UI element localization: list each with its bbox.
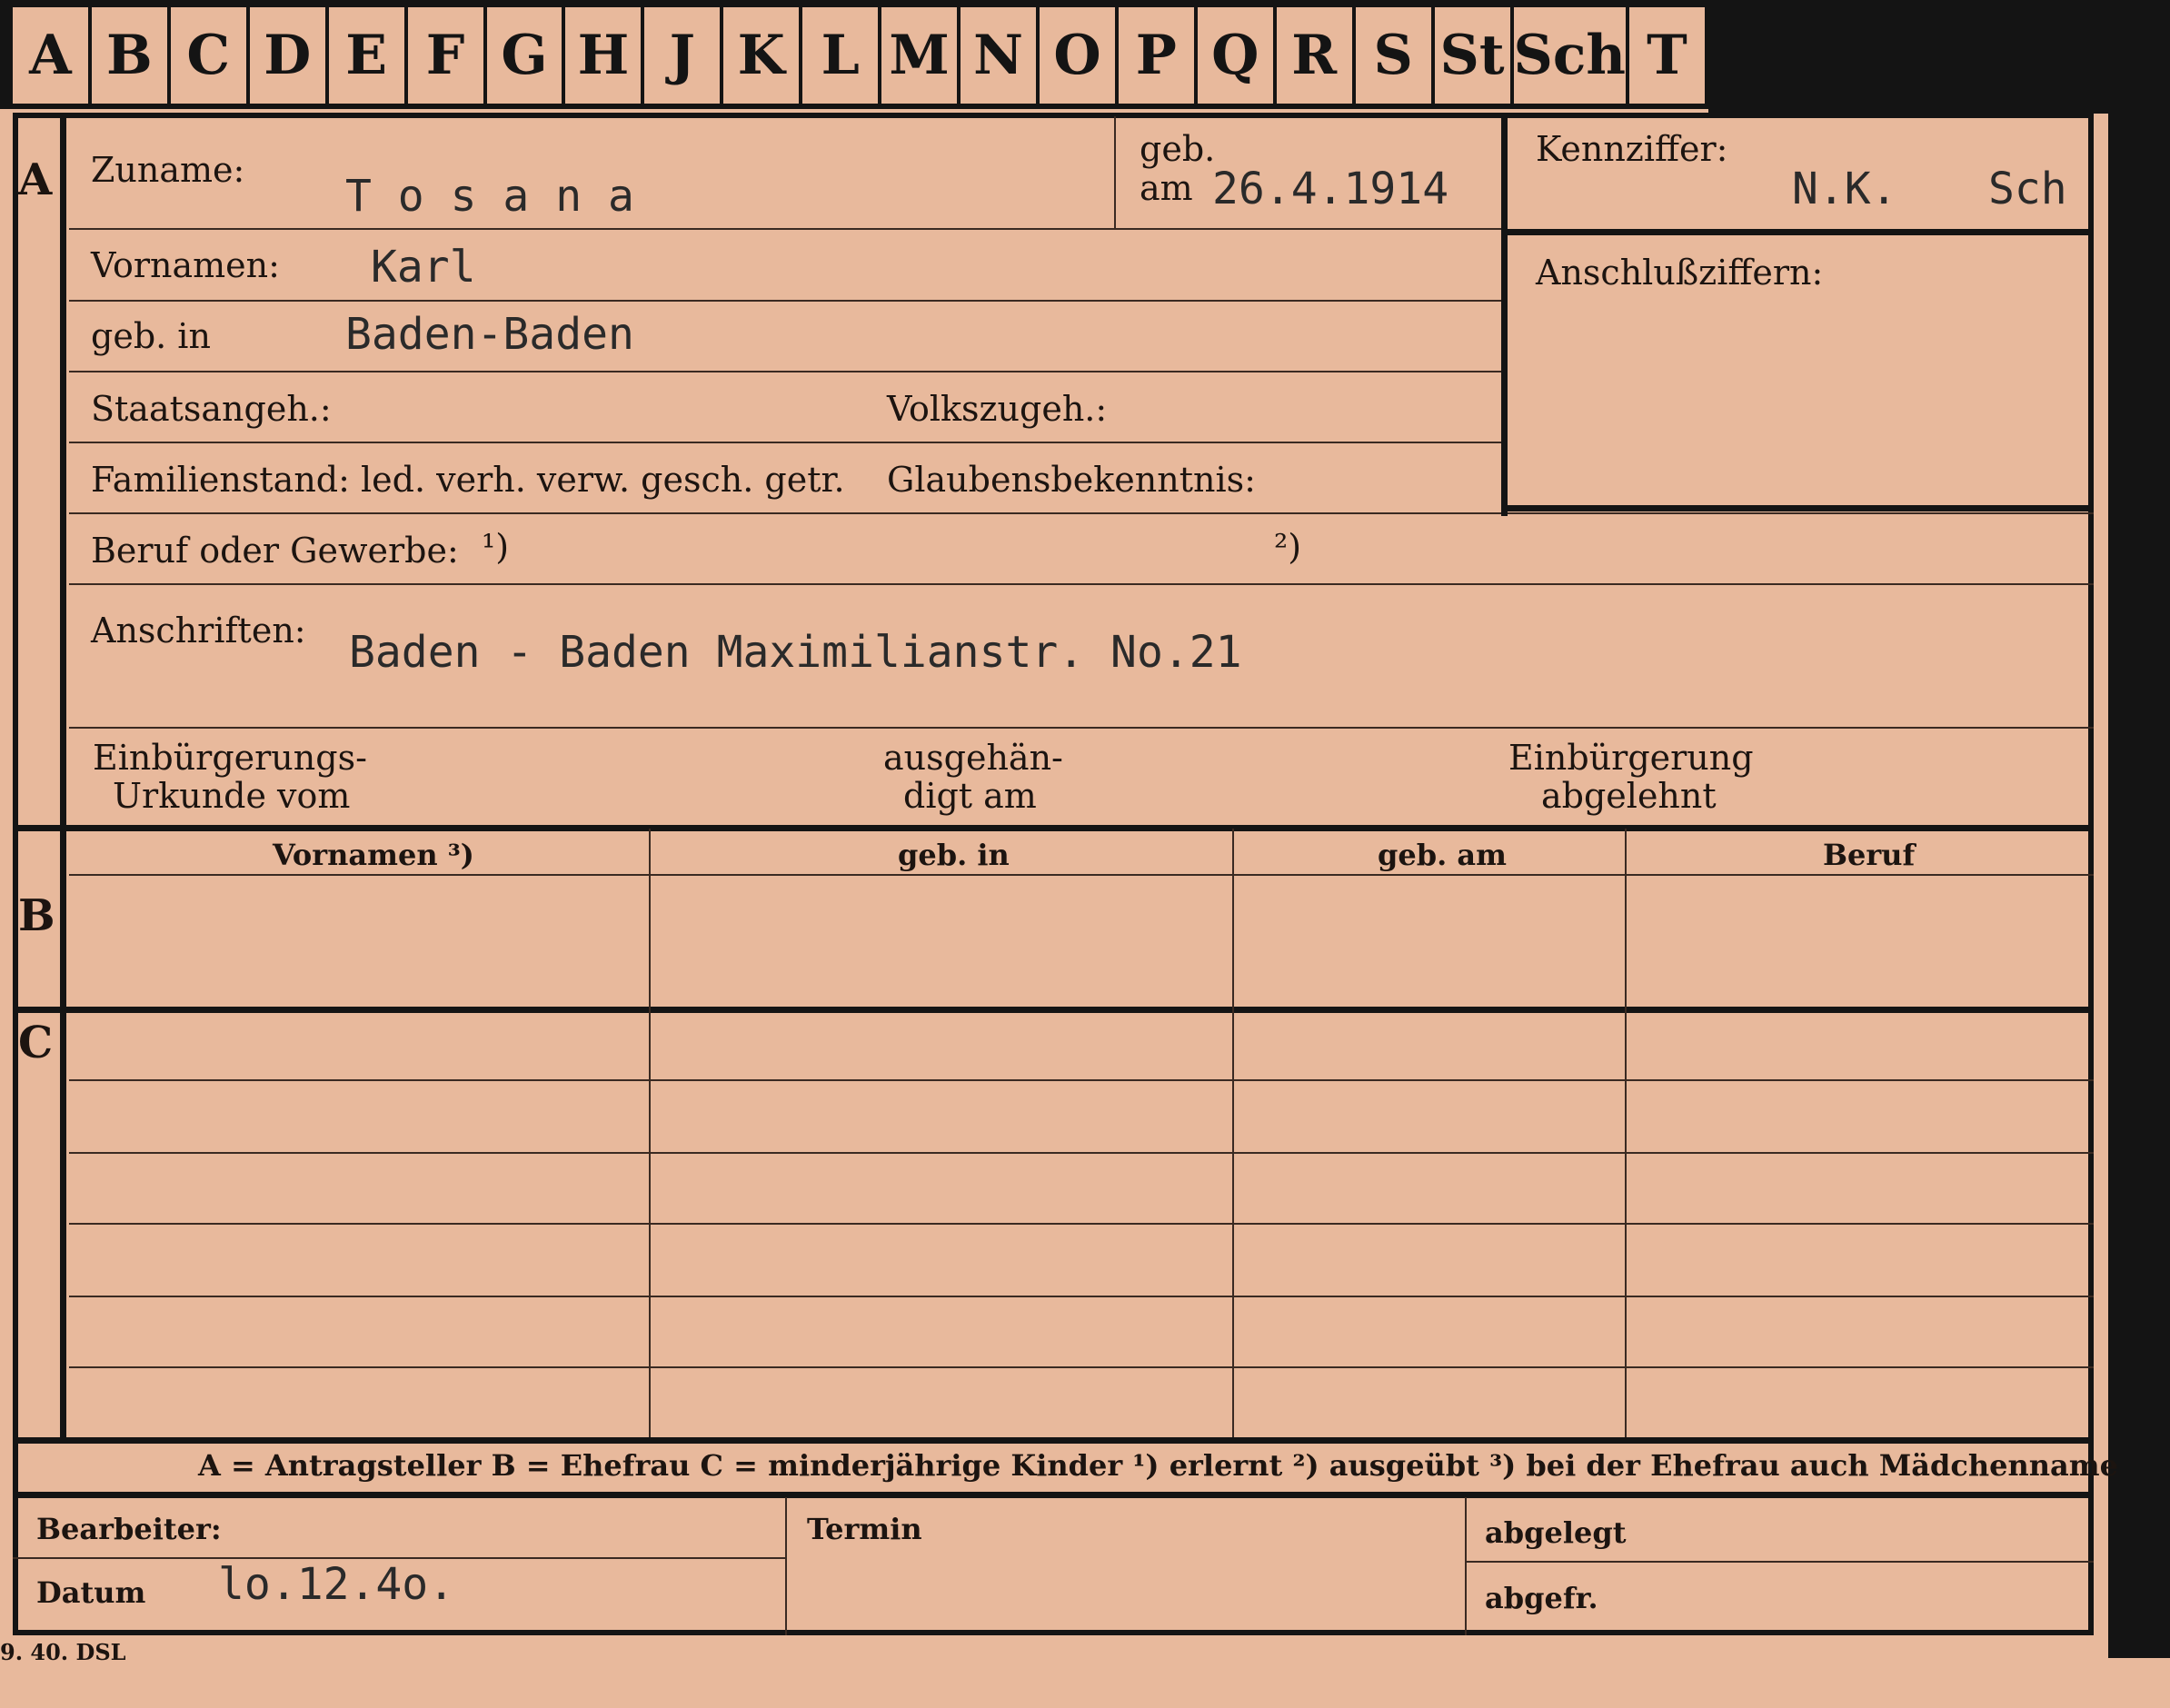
- rule: [69, 442, 1501, 443]
- footnote-1-marker: ¹): [482, 527, 510, 567]
- index-tab: C: [170, 7, 250, 104]
- section-divider: [13, 1007, 2094, 1013]
- kennziffer-box-border: [1501, 505, 2094, 511]
- index-tab: St: [1434, 7, 1514, 104]
- abgefr-label: abgefr.: [1485, 1581, 1598, 1615]
- kennziffer-value-1: N.K.: [1792, 164, 1897, 214]
- staatsangeh-label: Staatsangeh.:: [91, 389, 332, 429]
- section-divider: [13, 1492, 2094, 1498]
- rule: [1465, 1497, 1467, 1635]
- rule: [69, 727, 2094, 729]
- section-divider: [13, 1437, 2094, 1444]
- section-b-label: B: [18, 890, 55, 941]
- section-c-label: C: [18, 1018, 54, 1068]
- rule: [1465, 1561, 2094, 1563]
- rule: [69, 228, 1501, 230]
- einbuergerung-abgelehnt-label-1: Einbürgerung: [1508, 738, 1754, 778]
- section-divider: [13, 825, 2094, 831]
- glaubensbekenntnis-label: Glaubensbekenntnis:: [887, 460, 1256, 500]
- rule: [69, 512, 2094, 514]
- index-tab: L: [802, 7, 882, 104]
- einbuergerung-urkunde-label-2: Urkunde vom: [113, 776, 351, 816]
- index-tab: K: [723, 7, 803, 104]
- table-header-vornamen: Vornamen ³): [273, 838, 474, 872]
- legend: A = Antragsteller B = Ehefrau C = minder…: [198, 1448, 2118, 1483]
- kennziffer-box-border: [1501, 229, 2094, 235]
- geb-in-label: geb. in: [91, 316, 211, 356]
- index-tab: H: [565, 7, 645, 104]
- index-tab: G: [486, 7, 566, 104]
- geb-in-value: Baden-Baden: [345, 309, 634, 360]
- abgelegt-label: abgelegt: [1485, 1515, 1627, 1550]
- datum-label: Datum: [36, 1575, 146, 1610]
- index-tab: P: [1118, 7, 1198, 104]
- einbuergerung-urkunde-label-1: Einbürgerungs-: [93, 738, 367, 778]
- dark-background-top: [1708, 0, 2170, 114]
- rule: [69, 1079, 2094, 1081]
- rule: [69, 300, 1501, 302]
- rule: [69, 1296, 2094, 1297]
- rule: [785, 1497, 787, 1635]
- index-tab: B: [91, 7, 171, 104]
- rule: [69, 1223, 2094, 1225]
- rule: [69, 1366, 2094, 1368]
- anschriften-value: Baden - Baden Maximilianstr. No.21: [349, 627, 1242, 678]
- table-header-beruf: Beruf: [1823, 838, 1916, 872]
- index-tab: Sch: [1513, 7, 1630, 104]
- index-tab: O: [1039, 7, 1119, 104]
- termin-label: Termin: [807, 1512, 922, 1546]
- rule: [649, 829, 651, 1437]
- index-tab: F: [407, 7, 487, 104]
- volkszugeh-label: Volkszugeh.:: [887, 389, 1108, 429]
- rule: [1625, 829, 1627, 1437]
- kennziffer-label: Kennziffer:: [1536, 129, 1728, 169]
- kennziffer-value-2: Sch: [1988, 164, 2067, 214]
- datum-value: lo.12.4o.: [218, 1559, 455, 1610]
- index-tab: E: [328, 7, 408, 104]
- table-header-geb-in: geb. in: [898, 838, 1010, 872]
- geb-am-value: 26.4.1914: [1212, 164, 1449, 214]
- index-tab: S: [1355, 7, 1435, 104]
- vornamen-value: Karl: [371, 242, 476, 293]
- zuname-value: T o s a n a: [345, 171, 634, 222]
- section-column-divider: [60, 116, 66, 1441]
- beruf-label: Beruf oder Gewerbe:: [91, 531, 459, 571]
- anschriften-label: Anschriften:: [91, 611, 306, 650]
- familienstand-label: Familienstand: led. verh. verw. gesch. g…: [91, 460, 845, 500]
- index-tab: T: [1629, 7, 1708, 104]
- zuname-label: Zuname:: [91, 150, 245, 190]
- table-header-geb-am: geb. am: [1378, 838, 1507, 872]
- anschlussziffern-label: Anschlußziffern:: [1536, 253, 1824, 293]
- am-label: am: [1140, 168, 1193, 208]
- section-a-label: A: [18, 154, 53, 205]
- ausgehaendigt-label-1: ausgehän-: [883, 738, 1063, 778]
- footnote-2-marker: ²): [1274, 527, 1302, 567]
- kennziffer-box-border: [1501, 116, 1508, 516]
- rule: [1114, 116, 1116, 229]
- print-code: 9. 40. DSL: [0, 1639, 126, 1665]
- index-tab: Q: [1197, 7, 1277, 104]
- geb-label: geb.: [1140, 129, 1216, 169]
- vornamen-label: Vornamen:: [91, 245, 280, 285]
- rule: [69, 874, 2094, 876]
- einbuergerung-abgelehnt-label-2: abgelehnt: [1541, 776, 1717, 816]
- index-tab: D: [249, 7, 329, 104]
- dark-background-right: [2108, 114, 2170, 1658]
- index-tab: R: [1276, 7, 1356, 104]
- rule: [1232, 829, 1234, 1437]
- bearbeiter-label: Bearbeiter:: [36, 1512, 222, 1546]
- ausgehaendigt-label-2: digt am: [903, 776, 1037, 816]
- index-tab: N: [961, 7, 1040, 104]
- alphabet-index-tabs: A B C D E F G H J K L M N O P Q R S St S…: [0, 0, 1708, 109]
- index-tab: A: [13, 7, 92, 104]
- rule: [69, 1152, 2094, 1154]
- index-tab: J: [644, 7, 724, 104]
- index-tab: M: [881, 7, 961, 104]
- rule: [69, 371, 1501, 372]
- rule: [69, 583, 2094, 585]
